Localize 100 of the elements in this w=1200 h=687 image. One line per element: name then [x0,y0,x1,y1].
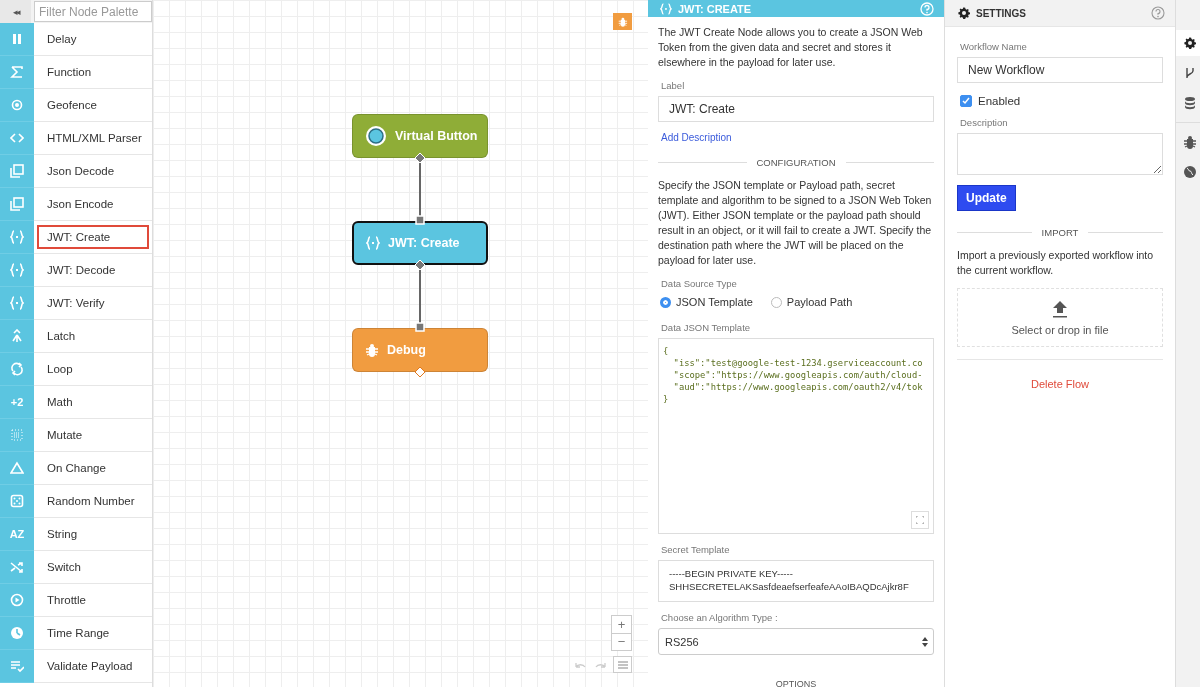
checklist-icon [10,659,24,673]
palette-item[interactable]: Delay [37,27,149,51]
collapse-button[interactable]: ◂◂ [0,0,31,23]
palette-item[interactable]: JWT: Decode [37,258,149,282]
bug-icon [1183,135,1197,149]
gear-icon [957,6,971,20]
palette-item[interactable]: JWT: Create [37,225,149,249]
radio-label: Payload Path [786,296,853,308]
palette-item[interactable]: Function [37,60,149,84]
panel-title: SETTINGS [976,7,1027,19]
field-label: Data JSON Template [661,322,752,333]
checkbox-label: Enabled [978,95,1021,107]
palette-item[interactable]: Validate Payload [37,654,149,678]
palette-item[interactable]: HTML/XML Parser [37,126,149,150]
code-line: "iss":"test@google-test-1234.gserviceaccount.co [672,357,924,369]
secret-textarea[interactable]: -----BEGIN PRIVATE KEY----- SHHSECRETELAKSasfdeaefserfeafeAAoIBAQDcAjkr8F [658,560,934,602]
code-line: } [663,393,670,405]
label-input[interactable]: JWT: Create [658,96,934,122]
text-line: SHHSECRETELAKSasfdeaefserfeafeAAoIBAQDcAjkr8F [669,580,910,593]
update-button[interactable]: Update [957,185,1016,211]
field-label: Secret Template [661,544,731,555]
palette-item[interactable]: Switch [37,555,149,579]
file-drop-zone[interactable]: Select or drop in file [957,288,1163,347]
drop-zone-text: Select or drop in file [1011,323,1109,336]
branch-icon [1183,66,1197,80]
section-heading: CONFIGURATION [756,157,836,168]
field-label: Label [661,80,686,91]
checkbox[interactable] [960,95,972,107]
redo-icon [594,660,607,669]
undo-icon [573,660,586,669]
icon-label: +2 [10,396,24,408]
bug-icon [365,343,379,357]
description-text: Specify the JSON template or Payload path, secret template and algorithm to be signed to a JSON Web Token (JWT). Either JSON template or the payload path should result in an object, or it will fail to create a JWT. Specify the destination path where the JWT will be placed on the payload for later use. [658,178,933,268]
filter-field[interactable]: Filter Node Palette [34,1,152,22]
dot-grid-icon [10,428,24,442]
select-value: RS256 [665,635,699,648]
code-line: "aud":"https://www.googleapis.com/oauth2/v4/tok [672,381,924,393]
output-port-icon [414,366,426,378]
radio-option[interactable]: Payload Path [770,296,853,308]
braces-icon [10,296,24,310]
expand-icon [916,516,924,524]
document-icon [10,164,24,178]
palette-item[interactable]: Throttle [37,588,149,612]
target-icon [10,98,24,112]
menu-icon [617,660,628,669]
upload-icon [1051,299,1069,318]
help-icon [920,1,934,16]
document-icon [10,197,24,211]
delete-flow-link[interactable]: Delete Flow [1030,378,1090,390]
check-icon [962,97,970,105]
braces-icon [660,2,672,15]
palette-item[interactable]: Random Number [37,489,149,513]
field-label: Workflow Name [960,41,1028,52]
clock-icon [10,626,24,640]
palette-item[interactable]: Geofence [37,93,149,117]
palette-item[interactable]: Json Decode [37,159,149,183]
radio-button[interactable] [660,296,671,308]
radio-label: JSON Template [676,296,753,308]
debug-button[interactable] [613,13,632,30]
gear-icon [1182,36,1197,50]
output-port-icon [414,259,426,271]
code-icon [10,131,24,145]
palette-item[interactable]: Loop [37,357,149,381]
bug-icon [617,16,628,27]
output-port-icon [414,152,426,164]
field-label: Description [960,117,1009,128]
play-circle-icon [10,593,24,607]
palette-item[interactable]: On Change [37,456,149,480]
radio-button[interactable] [770,296,782,308]
code-line: { [663,345,670,357]
menu-button[interactable] [613,656,632,673]
radio-option[interactable]: JSON Template [660,296,753,308]
field-label: Choose an Algorithm Type : [661,612,779,623]
palette-item[interactable]: Mutate [37,423,149,447]
sigma-icon [10,65,24,79]
code-line: "scope":"https://www.googleapis.com/auth/cloud- [672,369,924,381]
add-description-link[interactable]: Add Description [661,132,732,143]
description-input[interactable] [957,133,1163,175]
shuffle-icon [10,560,24,574]
triangle-icon [10,461,24,475]
braces-icon [10,263,24,277]
database-icon [1183,96,1197,110]
input-port-icon [415,215,425,225]
sidebar-tab[interactable] [1176,30,1200,56]
palette-item[interactable]: Time Range [37,621,149,645]
palette-item[interactable]: Json Encode [37,192,149,216]
help-icon [1151,6,1165,20]
description-text: The JWT Create Node allows you to create a JSON Web Token from the given data and secret and stores it elsewhere in the payload for later use. [658,25,924,70]
palette-item[interactable]: String [37,522,149,546]
text-line: -----BEGIN PRIVATE KEY----- [669,567,794,580]
workflow-name-input[interactable]: New Workflow [957,57,1163,83]
pause-icon [10,32,24,46]
code-editor[interactable]: { "iss":"test@google-test-1234.gserviceaccount.co "scope":"https://www.googleapis.com/auth/cloud- "aud":"https://www.googleapis.com/oauth2/v4/tok } [658,338,934,534]
icon-label: AZ [9,528,25,540]
braces-icon [366,236,380,250]
palette-item[interactable]: Math [37,390,149,414]
description-text: Import a previously exported workflow into the current workflow. [957,248,1155,278]
palette-item[interactable]: Latch [37,324,149,348]
palette-item[interactable]: JWT: Verify [37,291,149,315]
algorithm-select[interactable]: RS256 [658,628,934,655]
